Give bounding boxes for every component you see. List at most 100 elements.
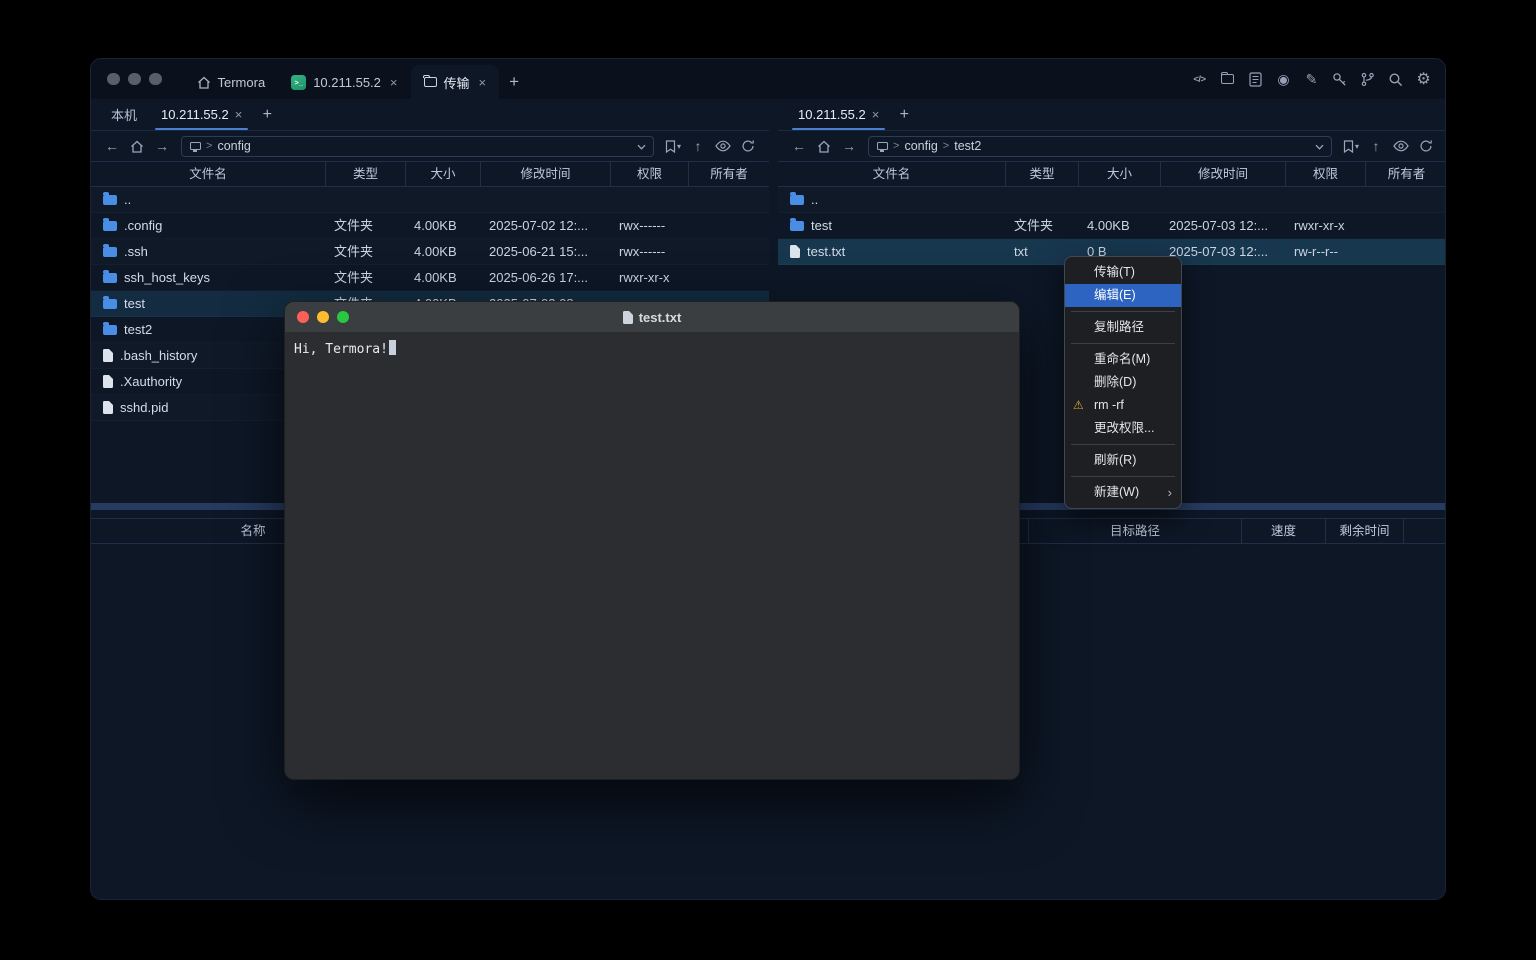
tab-ssh-host[interactable]: >_ 10.211.55.2 × (278, 65, 410, 99)
refresh-button[interactable] (1415, 135, 1437, 157)
tab-transfer[interactable]: 传输 × (411, 65, 500, 99)
breadcrumb-segment[interactable]: config (904, 139, 937, 153)
edit-icon[interactable]: ✎ (1303, 71, 1320, 88)
pane-tab-host[interactable]: 10.211.55.2 × (786, 99, 891, 130)
show-hidden-button[interactable] (712, 135, 734, 157)
forward-button[interactable]: → (838, 135, 860, 157)
menu-item-copy-path[interactable]: 复制路径 (1065, 316, 1181, 339)
zoom-window-button[interactable] (149, 73, 162, 86)
close-icon[interactable]: × (390, 75, 398, 90)
menu-item-rm-rf[interactable]: ⚠rm -rf (1065, 394, 1181, 417)
log-icon[interactable] (1247, 71, 1264, 88)
file-size: 4.00KB (1079, 213, 1161, 238)
menu-item-new[interactable]: 新建(W)› (1065, 481, 1181, 504)
close-window-button[interactable] (297, 311, 309, 323)
column-header-size[interactable]: 大小 (406, 162, 481, 186)
new-tab-button[interactable]: + (499, 65, 529, 99)
file-icon (790, 245, 800, 258)
chevron-down-icon[interactable] (1315, 144, 1324, 150)
folder-icon (103, 221, 117, 231)
path-bar[interactable]: > config > test2 (868, 136, 1332, 157)
menu-item-rename[interactable]: 重命名(M) (1065, 348, 1181, 371)
close-icon[interactable]: × (872, 107, 880, 122)
zoom-window-button[interactable] (337, 311, 349, 323)
warning-icon: ⚠ (1073, 394, 1084, 417)
column-header-name[interactable]: 文件名 (91, 162, 326, 186)
column-header-type[interactable]: 类型 (326, 162, 406, 186)
file-row[interactable]: .config 文件夹4.00KB2025-07-02 12:...rwx---… (91, 213, 769, 239)
folder-icon[interactable] (1219, 71, 1236, 88)
chevron-down-icon[interactable] (637, 144, 646, 150)
settings-icon[interactable]: ⚙ (1415, 71, 1432, 88)
file-name-cell: .. (778, 187, 1006, 212)
file-row[interactable]: .. (778, 187, 1446, 213)
record-icon[interactable]: ◉ (1275, 71, 1292, 88)
menu-item-chmod[interactable]: 更改权限... (1065, 417, 1181, 440)
column-header-owner[interactable]: 所有者 (689, 162, 769, 186)
column-header-size[interactable]: 大小 (1079, 162, 1161, 186)
breadcrumb-segment[interactable]: config (217, 139, 250, 153)
document-icon (623, 311, 633, 324)
close-icon[interactable]: × (479, 75, 487, 90)
menu-item-refresh[interactable]: 刷新(R) (1065, 449, 1181, 472)
up-arrow-icon: ↑ (695, 138, 702, 154)
bookmark-button[interactable]: ▾ (1340, 135, 1362, 157)
file-mtime: 2025-06-21 15:... (481, 239, 611, 264)
bookmark-button[interactable]: ▾ (662, 135, 684, 157)
column-header-mtime[interactable]: 修改时间 (1161, 162, 1286, 186)
close-icon[interactable]: × (235, 107, 243, 122)
menu-item-label: 更改权限... (1094, 421, 1154, 435)
column-header-mtime[interactable]: 修改时间 (481, 162, 611, 186)
column-header-perm[interactable]: 权限 (1286, 162, 1366, 186)
upload-button[interactable]: ↑ (1365, 135, 1387, 157)
menu-item-edit[interactable]: 编辑(E) (1065, 284, 1181, 307)
file-table-header: 文件名 类型 大小 修改时间 权限 所有者 (91, 161, 769, 187)
editor-titlebar[interactable]: test.txt (285, 302, 1019, 333)
minimize-window-button[interactable] (128, 73, 141, 86)
pane-tab-host[interactable]: 10.211.55.2 × (149, 99, 254, 130)
pane-tab-local[interactable]: 本机 (99, 99, 149, 130)
file-type: 文件夹 (326, 239, 406, 264)
forward-button[interactable]: → (151, 135, 173, 157)
minimize-window-button[interactable] (317, 311, 329, 323)
file-row[interactable]: .ssh 文件夹4.00KB2025-06-21 15:...rwx------ (91, 239, 769, 265)
editor-window: test.txt Hi, Termora! (284, 301, 1020, 780)
home-button[interactable] (126, 135, 148, 157)
close-window-button[interactable] (107, 73, 120, 86)
menu-item-delete[interactable]: 删除(D) (1065, 371, 1181, 394)
column-header-perm[interactable]: 权限 (611, 162, 689, 186)
code-icon[interactable]: </> (1191, 71, 1208, 88)
file-row[interactable]: test 文件夹4.00KB2025-07-03 12:...rwxr-xr-x (778, 213, 1446, 239)
column-header-name[interactable]: 文件名 (778, 162, 1006, 186)
file-name: .config (124, 213, 162, 238)
file-name: .bash_history (120, 343, 197, 368)
file-name-cell: test.txt (778, 239, 1006, 264)
back-button[interactable]: ← (788, 135, 810, 157)
add-tab-button[interactable]: + (254, 99, 280, 130)
transfer-column-eta[interactable]: 剩余时间 (1326, 519, 1404, 543)
menu-item-transfer[interactable]: 传输(T) (1065, 261, 1181, 284)
refresh-button[interactable] (737, 135, 759, 157)
transfer-column-speed[interactable]: 速度 (1242, 519, 1326, 543)
file-type (1006, 187, 1079, 212)
tab-termora[interactable]: Termora (184, 65, 279, 99)
file-row[interactable]: .. (91, 187, 769, 213)
breadcrumb-segment[interactable]: test2 (954, 139, 981, 153)
pane-tab-label: 10.211.55.2 (798, 107, 866, 122)
branch-icon[interactable] (1359, 71, 1376, 88)
back-button[interactable]: ← (101, 135, 123, 157)
editor-content[interactable]: Hi, Termora! (285, 333, 1019, 364)
add-tab-button[interactable]: + (891, 99, 917, 130)
upload-button[interactable]: ↑ (687, 135, 709, 157)
transfer-column-target[interactable]: 目标路径 (1029, 519, 1242, 543)
menu-item-label: 复制路径 (1094, 320, 1144, 334)
file-row[interactable]: ssh_host_keys 文件夹4.00KB2025-06-26 17:...… (91, 265, 769, 291)
file-perm (1286, 187, 1366, 212)
show-hidden-button[interactable] (1390, 135, 1412, 157)
key-icon[interactable] (1331, 71, 1348, 88)
column-header-type[interactable]: 类型 (1006, 162, 1079, 186)
column-header-owner[interactable]: 所有者 (1366, 162, 1446, 186)
home-button[interactable] (813, 135, 835, 157)
search-icon[interactable] (1387, 71, 1404, 88)
path-bar[interactable]: > config (181, 136, 654, 157)
